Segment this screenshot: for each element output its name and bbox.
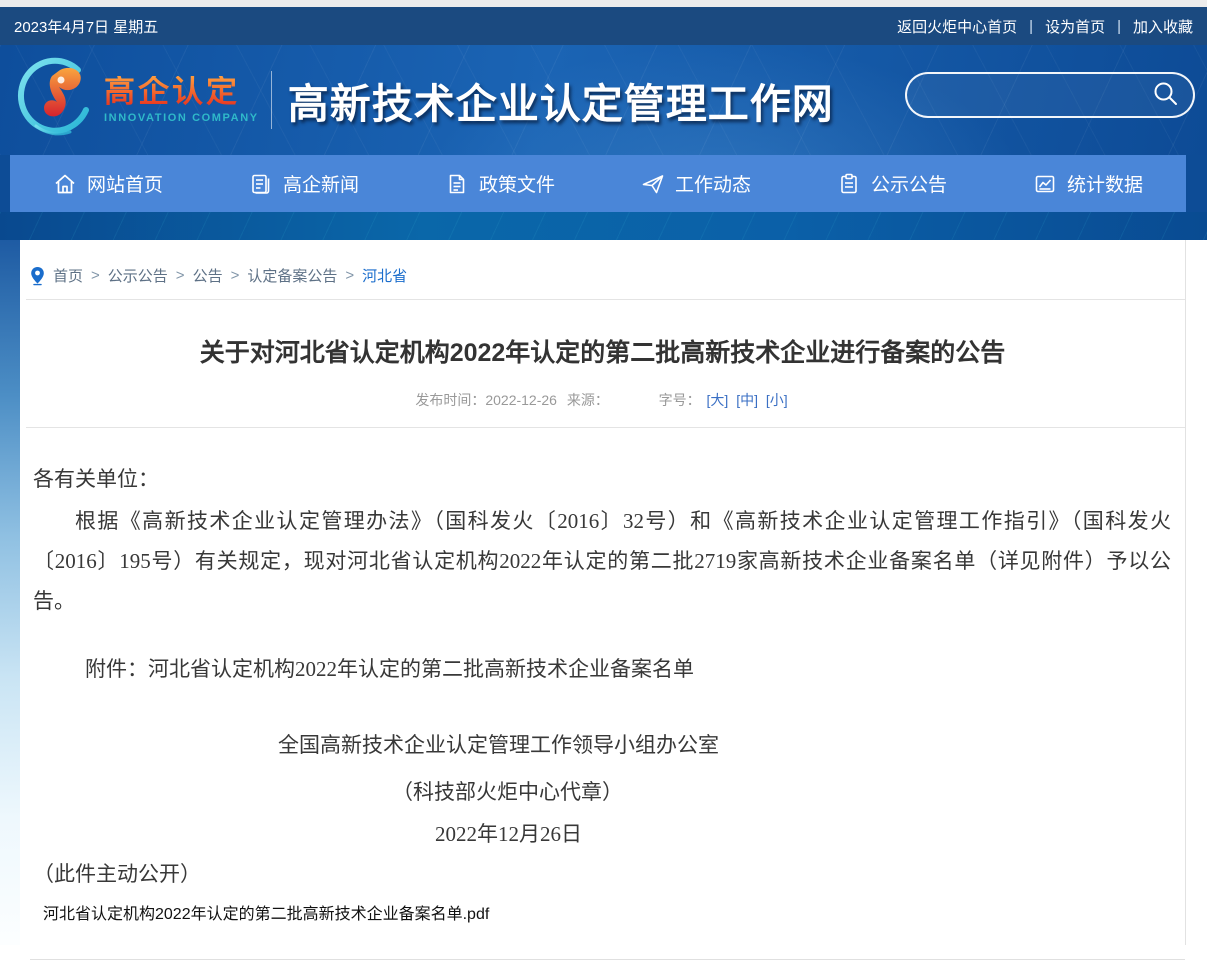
news-icon xyxy=(249,172,273,196)
divider xyxy=(26,299,1185,300)
logo-swirl-icon xyxy=(14,56,96,145)
breadcrumb: 首页 > 公示公告 > 公告 > 认定备案公告 > 河北省 xyxy=(20,240,1185,286)
link-add-favorites[interactable]: 加入收藏 xyxy=(1133,16,1193,37)
policy-document-icon xyxy=(445,172,469,196)
font-size-label: 字号： xyxy=(659,392,701,408)
publish-date: 2022-12-26 xyxy=(485,392,557,408)
nav-item-label: 统计数据 xyxy=(1067,170,1143,197)
nav-item-announcements[interactable]: 公示公告 xyxy=(794,155,990,212)
nav-item-statistics[interactable]: 统计数据 xyxy=(990,155,1186,212)
font-size-large-button[interactable]: [大] xyxy=(707,392,729,408)
logo-en-label: INNOVATION COMPANY xyxy=(104,112,259,124)
nav-item-label: 政策文件 xyxy=(479,170,555,197)
site-logo[interactable]: 高企认定 INNOVATION COMPANY xyxy=(14,56,259,145)
logo-cn-label: 高企认定 xyxy=(104,76,259,109)
breadcrumb-separator: > xyxy=(91,267,100,284)
nav-item-label: 高企新闻 xyxy=(283,170,359,197)
disclosure-note: （此件主动公开） xyxy=(33,858,1185,888)
current-date: 2023年4月7日 星期五 xyxy=(14,16,158,37)
top-bar-links: 返回火炬中心首页 | 设为首页 | 加入收藏 xyxy=(897,16,1193,37)
link-separator: | xyxy=(1117,18,1121,35)
main-area: 首页 > 公示公告 > 公告 > 认定备案公告 > 河北省 关于对河北省认定机构… xyxy=(0,240,1207,945)
signer-organization: 全国高新技术企业认定管理工作领导小组办公室 xyxy=(278,729,1185,759)
content-panel: 首页 > 公示公告 > 公告 > 认定备案公告 > 河北省 关于对河北省认定机构… xyxy=(20,240,1186,945)
divider xyxy=(26,427,1185,428)
breadcrumb-item-hebei[interactable]: 河北省 xyxy=(362,265,407,286)
nav-bar-wrap: 网站首页 高企新闻 政策文件 xyxy=(0,155,1207,212)
logo-text: 高企认定 INNOVATION COMPANY xyxy=(104,76,259,124)
font-size-small-button[interactable]: [小] xyxy=(766,392,788,408)
top-bar: 2023年4月7日 星期五 返回火炬中心首页 | 设为首页 | 加入收藏 xyxy=(0,7,1207,45)
search-icon xyxy=(1152,80,1179,110)
site-title: 高新技术企业认定管理工作网 xyxy=(288,70,834,130)
browser-top-strip xyxy=(0,0,1207,7)
attachment-line: 附件：河北省认定机构2022年认定的第二批高新技术企业备案名单 xyxy=(85,653,1185,683)
breadcrumb-item-record-notice[interactable]: 认定备案公告 xyxy=(247,265,337,286)
search-button[interactable] xyxy=(1152,80,1193,110)
location-pin-icon xyxy=(30,266,45,286)
attachment-pdf-link[interactable]: 河北省认定机构2022年认定的第二批高新技术企业备案名单.pdf xyxy=(43,900,489,924)
nav-item-home[interactable]: 网站首页 xyxy=(10,155,206,212)
salutation: 各有关单位： xyxy=(33,463,1185,493)
home-icon xyxy=(53,172,77,196)
link-separator: | xyxy=(1029,18,1033,35)
search-box xyxy=(905,72,1195,118)
source-label: 来源： xyxy=(567,392,609,408)
nav-item-work-dynamics[interactable]: 工作动态 xyxy=(598,155,794,212)
nav-item-label: 工作动态 xyxy=(675,170,751,197)
link-set-homepage[interactable]: 设为首页 xyxy=(1045,16,1105,37)
article-meta: 发布时间：2022-12-26 来源： 字号： [大] [中] [小] xyxy=(20,390,1185,410)
font-size-medium-button[interactable]: [中] xyxy=(736,392,758,408)
header-divider xyxy=(271,71,272,129)
site-header: 高企认定 INNOVATION COMPANY 高新技术企业认定管理工作网 xyxy=(0,45,1207,155)
nav-item-policy[interactable]: 政策文件 xyxy=(402,155,598,212)
signer-note: （科技部火炬中心代章） xyxy=(392,776,1185,806)
breadcrumb-separator: > xyxy=(231,267,240,284)
header-bottom-strip xyxy=(0,212,1207,240)
chart-icon xyxy=(1033,172,1057,196)
breadcrumb-item-notice[interactable]: 公告 xyxy=(193,265,223,286)
nav-bar: 网站首页 高企新闻 政策文件 xyxy=(10,155,1186,212)
breadcrumb-item-home[interactable]: 首页 xyxy=(53,265,83,286)
body-paragraph: 根据《高新技术企业认定管理办法》（国科发火〔2016〕32号）和《高新技术企业认… xyxy=(33,501,1171,621)
paper-plane-icon xyxy=(641,172,665,196)
search-input[interactable] xyxy=(907,86,1152,104)
sign-date: 2022年12月26日 xyxy=(435,818,1185,848)
article-title: 关于对河北省认定机构2022年认定的第二批高新技术企业进行备案的公告 xyxy=(20,333,1185,369)
left-background-gradient xyxy=(0,240,20,945)
breadcrumb-item-announcements[interactable]: 公示公告 xyxy=(108,265,168,286)
clipboard-icon xyxy=(837,172,861,196)
article-body: 各有关单位： 根据《高新技术企业认定管理办法》（国科发火〔2016〕32号）和《… xyxy=(20,463,1185,925)
breadcrumb-separator: > xyxy=(176,267,185,284)
nav-item-label: 公示公告 xyxy=(871,170,947,197)
publish-time-label: 发布时间： xyxy=(415,392,485,408)
nav-item-label: 网站首页 xyxy=(87,170,163,197)
breadcrumb-separator: > xyxy=(345,267,354,284)
link-torch-center-home[interactable]: 返回火炬中心首页 xyxy=(897,16,1017,37)
nav-item-news[interactable]: 高企新闻 xyxy=(206,155,402,212)
